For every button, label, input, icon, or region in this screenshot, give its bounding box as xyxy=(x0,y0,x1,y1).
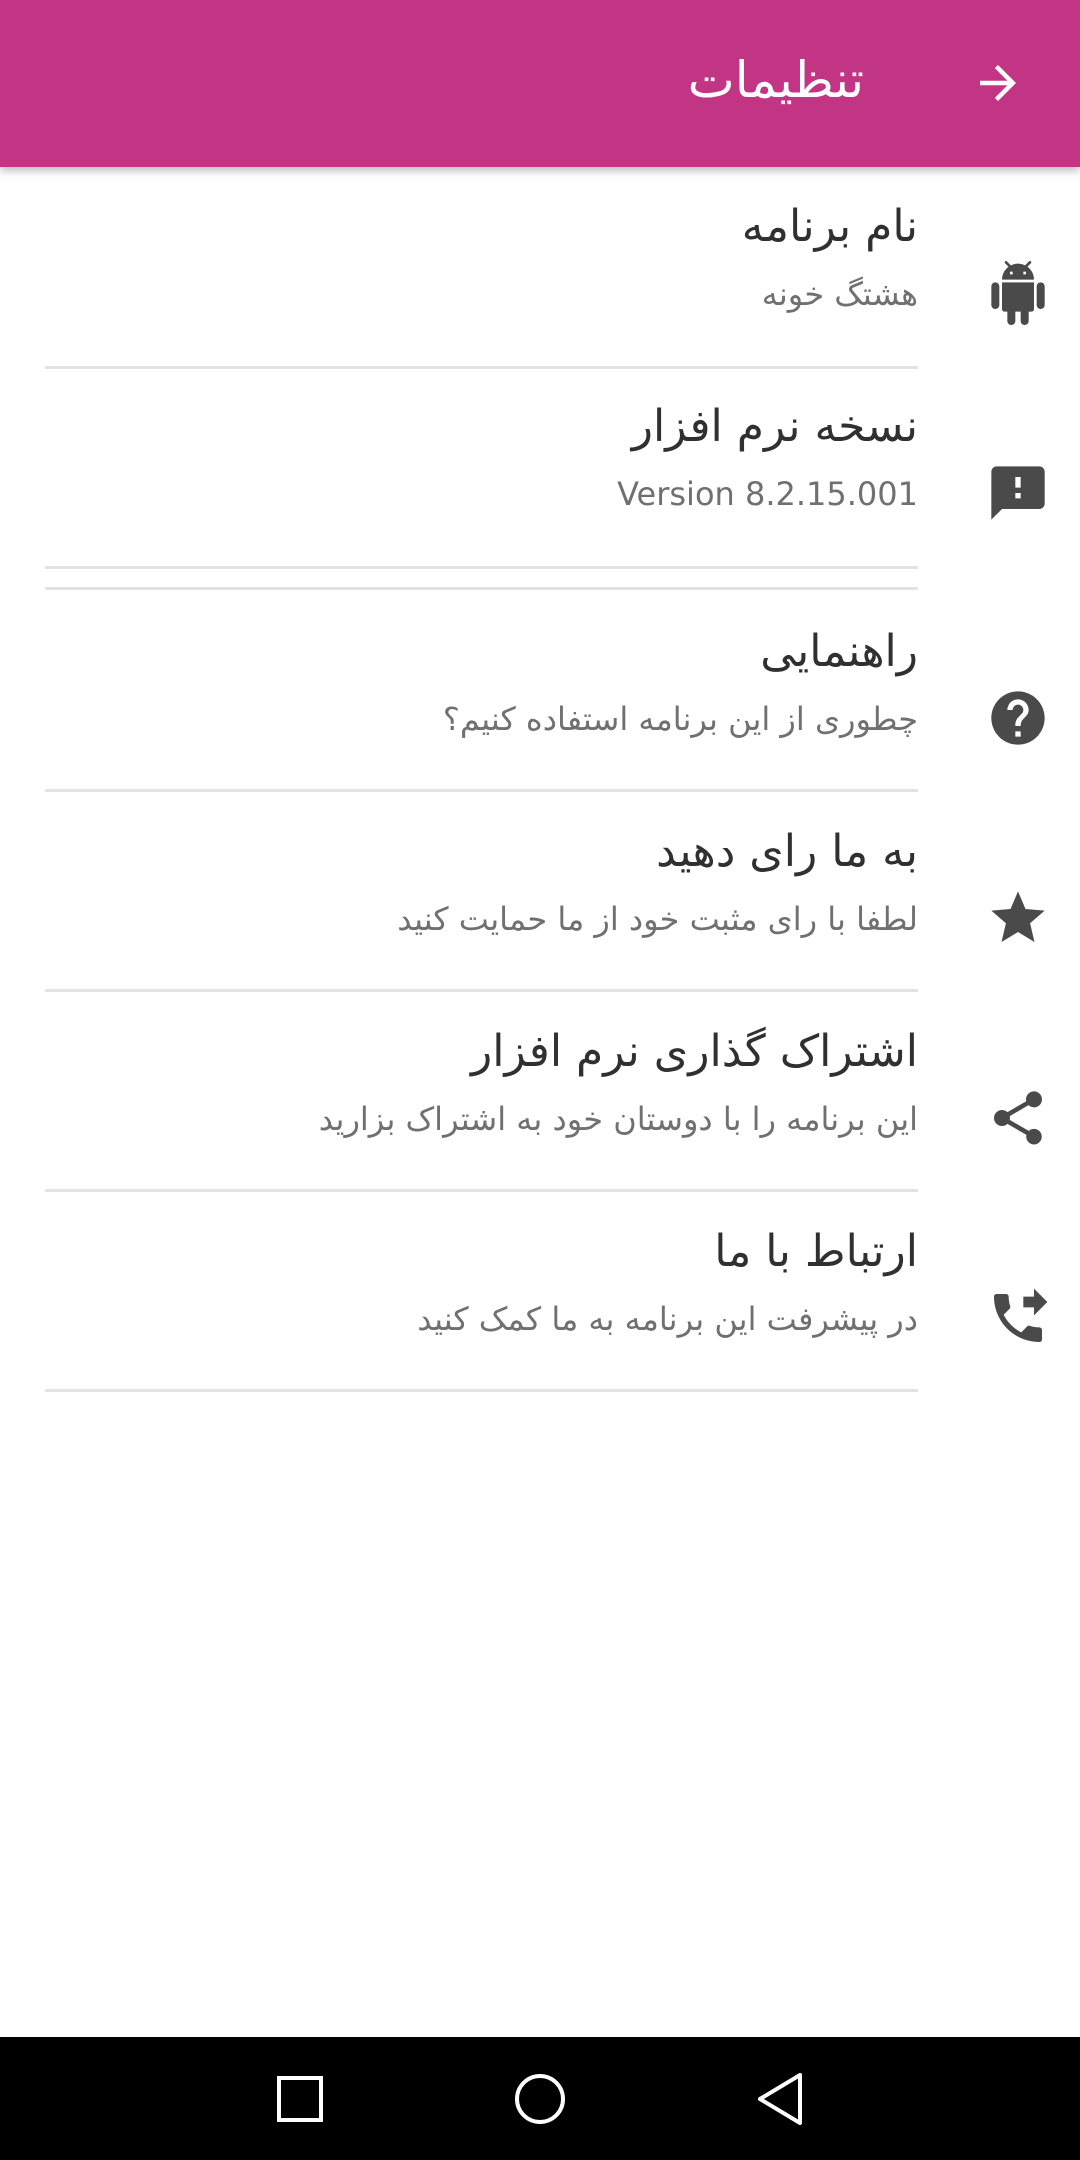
settings-item-contact[interactable]: ارتباط با ما در پیشرفت این برنامه به ما … xyxy=(0,1222,1080,1422)
settings-item-title: نام برنامه xyxy=(741,201,918,252)
divider xyxy=(45,1389,918,1392)
divider xyxy=(45,587,918,590)
divider xyxy=(45,366,918,369)
arrow-right-icon[interactable] xyxy=(971,56,1025,110)
settings-item-title: اشتراک گذاری نرم افزار xyxy=(471,1026,918,1077)
home-icon[interactable] xyxy=(508,2067,572,2131)
settings-item-title: راهنمایی xyxy=(760,626,918,677)
settings-item-subtitle: این برنامه را با دوستان خود به اشتراک بز… xyxy=(318,1100,918,1138)
star-icon xyxy=(986,886,1050,950)
settings-item-share[interactable]: اشتراک گذاری نرم افزار این برنامه را با … xyxy=(0,1022,1080,1222)
divider xyxy=(45,789,918,792)
recent-apps-icon[interactable] xyxy=(268,2067,332,2131)
help-icon xyxy=(986,686,1050,750)
settings-item-subtitle: چطوری از این برنامه استفاده کنیم؟ xyxy=(442,700,918,738)
divider xyxy=(45,989,918,992)
phone-forwarded-icon xyxy=(986,1286,1050,1350)
back-icon[interactable] xyxy=(748,2067,812,2131)
settings-item-subtitle: هشتگ خونه xyxy=(761,275,918,313)
app-bar: تنظیمات xyxy=(0,0,1080,167)
settings-item-title: نسخه نرم افزار xyxy=(631,401,918,452)
settings-item-subtitle: لطفا با رای مثبت خود از ما حمایت کنید xyxy=(397,900,918,938)
settings-item-subtitle: Version 8.2.15.001 xyxy=(617,475,918,513)
settings-item-subtitle: در پیشرفت این برنامه به ما کمک کنید xyxy=(417,1300,918,1338)
divider xyxy=(45,1189,918,1192)
settings-item-help[interactable]: راهنمایی چطوری از این برنامه استفاده کنی… xyxy=(0,622,1080,822)
settings-item-title: ارتباط با ما xyxy=(714,1226,918,1277)
android-icon xyxy=(986,261,1050,325)
settings-item-rate[interactable]: به ما رای دهید لطفا با رای مثبت خود از م… xyxy=(0,822,1080,1022)
divider xyxy=(45,566,918,569)
feedback-icon xyxy=(986,461,1050,525)
page-title: تنظیمات xyxy=(687,51,864,109)
system-nav-bar xyxy=(0,2037,1080,2160)
share-icon xyxy=(986,1086,1050,1150)
settings-item-title: به ما رای دهید xyxy=(656,826,918,877)
